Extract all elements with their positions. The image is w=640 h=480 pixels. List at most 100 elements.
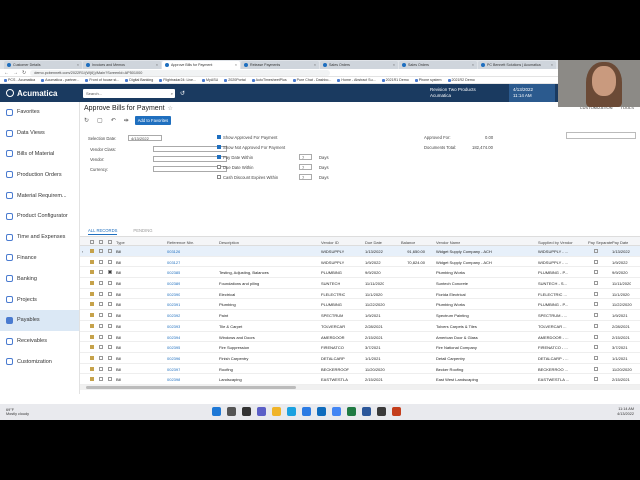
attachment-icon[interactable] <box>90 249 94 253</box>
cell-ref[interactable]: 002393 <box>167 324 180 329</box>
note-icon[interactable] <box>99 366 103 371</box>
approve-checkbox[interactable] <box>108 334 112 339</box>
row-selector-icon[interactable]: › <box>82 249 83 254</box>
note-icon[interactable] <box>99 334 103 339</box>
table-row[interactable]: Bill 002396 Finish Carpentry DETALCARP 1/1/2… <box>80 353 640 364</box>
pay-separate-checkbox[interactable] <box>594 302 598 307</box>
close-tab-icon[interactable]: × <box>77 63 79 67</box>
browser-tab[interactable]: PC Bennett Solutions | Acumatica × <box>478 61 556 69</box>
favorite-star-icon[interactable]: ☆ <box>168 105 173 112</box>
pay-separate-checkbox[interactable] <box>594 345 598 350</box>
cell-ref[interactable]: 002396 <box>167 356 180 361</box>
cell-ref[interactable]: 002385 <box>167 270 180 275</box>
refresh-icon[interactable]: ↻ <box>84 117 89 124</box>
pay-separate-checkbox[interactable] <box>594 291 598 296</box>
column-header[interactable]: Pay Separate <box>588 240 612 245</box>
attachment-icon[interactable] <box>90 270 94 275</box>
cell-ref[interactable]: 002394 <box>167 335 180 340</box>
cell-ref[interactable]: 002389 <box>167 281 180 286</box>
header-icon-1[interactable] <box>99 240 103 244</box>
bookmark-item[interactable]: Flightradar24: Live... <box>159 78 196 82</box>
table-row[interactable]: Bill 002395 Fire Suppression FIRENATCO 3/7/2… <box>80 342 640 353</box>
acumatica-logo[interactable]: Acumatica <box>0 89 80 98</box>
undo-icon[interactable]: ↶ <box>111 117 116 124</box>
approve-checkbox[interactable] <box>108 291 112 296</box>
table-row[interactable]: Bill 002397 Roofing BECKERROOF 11/20/2020 Bec… <box>80 364 640 375</box>
column-header[interactable]: Description <box>219 240 239 245</box>
cell-ref[interactable]: 003126 <box>167 249 180 254</box>
approve-checkbox[interactable] <box>108 366 112 371</box>
sidebar-item[interactable]: Time and Expenses <box>0 227 79 248</box>
attachment-icon[interactable] <box>90 355 94 360</box>
bookmark-item[interactable]: MyASU <box>202 78 218 82</box>
approve-checkbox[interactable] <box>108 249 112 253</box>
edge-icon[interactable] <box>287 407 296 416</box>
table-row[interactable]: › Bill 003126 WIDSUPPLY 1/13/2022 91,650.00 Wi… <box>80 246 640 257</box>
pay-date-days-field[interactable]: 7 <box>299 154 312 160</box>
scrollbar-thumb[interactable] <box>86 386 296 389</box>
column-header[interactable]: Vendor ID <box>321 240 339 245</box>
pay-separate-checkbox[interactable] <box>594 366 598 371</box>
header-icon-2[interactable] <box>108 240 112 244</box>
table-row[interactable]: Bill 002389 Foundations and piling SUNTECH 1… <box>80 278 640 289</box>
close-tab-icon[interactable]: × <box>314 63 316 67</box>
note-icon[interactable] <box>99 281 103 286</box>
table-row[interactable]: Bill 002394 Windows and Doors AMERDOOR 2/15/… <box>80 332 640 343</box>
teams-icon[interactable] <box>257 407 266 416</box>
note-icon[interactable] <box>99 249 103 253</box>
note-icon[interactable] <box>99 355 103 360</box>
sidebar-item[interactable]: Production Orders <box>0 164 79 185</box>
cell-ref[interactable]: 003127 <box>167 260 180 265</box>
attachment-icon[interactable] <box>90 377 94 382</box>
excel-icon[interactable] <box>347 407 356 416</box>
save-icon[interactable]: ▢ <box>97 117 103 124</box>
vendor-class-field[interactable] <box>153 146 227 152</box>
pay-separate-checkbox[interactable] <box>594 377 598 382</box>
note-icon[interactable] <box>99 313 103 318</box>
approve-checkbox[interactable] <box>108 281 112 286</box>
attachment-icon[interactable] <box>90 345 94 350</box>
table-row[interactable]: Bill 002398 Landscaping EASTWESTLA 2/15/2021… <box>80 374 640 385</box>
browser-tab[interactable]: Release Payments × <box>241 61 319 69</box>
attachment-icon[interactable] <box>90 291 94 296</box>
business-date[interactable]: 4/13/2022 11:14 AM <box>509 84 555 102</box>
bookmark-item[interactable]: Digital Banking <box>125 78 153 82</box>
chrome-icon[interactable] <box>332 407 341 416</box>
cell-ref[interactable]: 002390 <box>167 292 180 297</box>
add-to-favorites-button[interactable]: Add to Favorites <box>134 115 172 125</box>
bookmark-item[interactable]: AutoTimesheetPlus <box>251 78 287 82</box>
file-explorer-icon[interactable] <box>272 407 281 416</box>
start-icon[interactable] <box>212 407 221 416</box>
approve-checkbox[interactable] <box>108 313 112 318</box>
note-icon[interactable] <box>99 270 103 275</box>
browser-tab[interactable]: Customer Details × <box>4 61 82 69</box>
sidebar-item[interactable]: Banking <box>0 268 79 289</box>
show-not-approved-checkbox[interactable] <box>217 145 221 149</box>
note-icon[interactable] <box>99 302 103 307</box>
column-header[interactable]: Supplied by Vendor <box>538 240 573 245</box>
approve-checkbox[interactable] <box>108 302 112 307</box>
sidebar-item[interactable]: Favorites <box>0 102 79 123</box>
sidebar-item[interactable]: Customization <box>0 352 79 373</box>
header-icon-0[interactable] <box>90 240 94 244</box>
pay-separate-checkbox[interactable] <box>594 313 598 318</box>
note-icon[interactable] <box>99 291 103 296</box>
note-icon[interactable] <box>99 377 103 382</box>
cell-ref[interactable]: 002397 <box>167 367 180 372</box>
approve-checkbox[interactable] <box>108 259 112 264</box>
cell-ref[interactable]: 002398 <box>167 377 180 382</box>
powerpoint-icon[interactable] <box>392 407 401 416</box>
bookmark-item[interactable]: PCS - Acumatica <box>4 78 35 82</box>
cell-ref[interactable]: 002395 <box>167 345 180 350</box>
tab-pending[interactable]: PENDING <box>133 228 152 235</box>
due-date-within-checkbox[interactable] <box>217 165 221 169</box>
forward-icon[interactable]: → <box>13 70 18 76</box>
attachment-icon[interactable] <box>90 323 94 328</box>
table-row[interactable]: Bill 002390 Electrical FLELECTRIC 11/1/2020 F… <box>80 289 640 300</box>
global-search-input[interactable]: Search... ⌕ <box>83 88 175 98</box>
show-approved-checkbox[interactable] <box>217 135 221 139</box>
bookmark-item[interactable]: Phone system <box>414 78 442 82</box>
word-icon[interactable] <box>362 407 371 416</box>
selection-date-field[interactable]: 4/13/2022 <box>128 135 162 141</box>
browser-tab[interactable]: Invoices and Memos × <box>83 61 161 69</box>
